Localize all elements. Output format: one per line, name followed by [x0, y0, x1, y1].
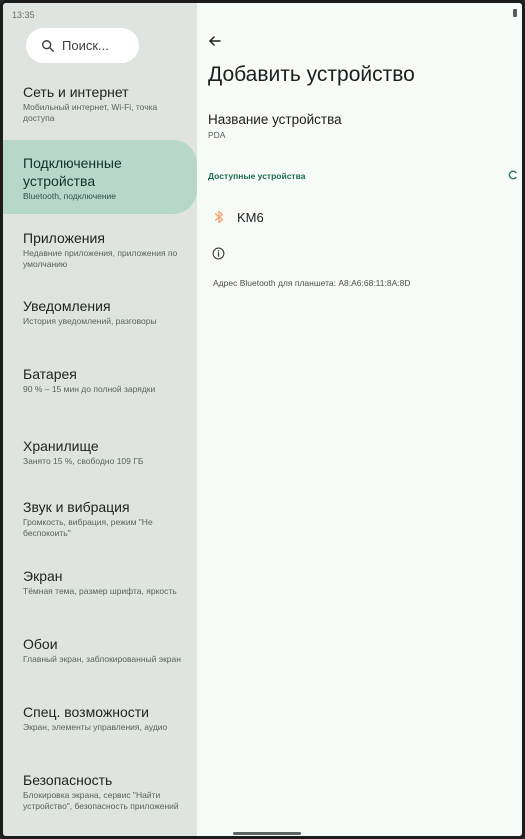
- search-placeholder: Поиск...: [62, 38, 109, 53]
- sidebar-item-security[interactable]: Безопасность Блокировка экрана, сервис "…: [3, 771, 197, 812]
- bluetooth-address: Адрес Bluetooth для планшета: A8:A6:68:1…: [213, 278, 411, 288]
- search-field[interactable]: Поиск...: [26, 28, 139, 63]
- device-name-value: PDA: [208, 130, 226, 140]
- sidebar-item-title: Сеть и интернет: [23, 84, 129, 100]
- sidebar-item-title: Безопасность: [23, 772, 113, 788]
- info-icon: [212, 247, 225, 260]
- sidebar-item-apps[interactable]: Приложения Недавние приложения, приложен…: [3, 229, 197, 270]
- battery-icon: [513, 9, 517, 17]
- sidebar-item-subtitle: Громкость, вибрация, режим "Не беспокоит…: [23, 517, 153, 538]
- sidebar-item-subtitle: 90 % – 15 мин до полной зарядки: [23, 384, 156, 394]
- sidebar-item-subtitle: Экран, элементы управления, аудио: [23, 722, 168, 732]
- sidebar-item-subtitle: Блокировка экрана, сервис "Найти устройс…: [23, 790, 179, 811]
- sidebar-item-accessibility[interactable]: Спец. возможности Экран, элементы управл…: [3, 703, 197, 733]
- sidebar-item-connected-devices[interactable]: Подключенные устройства Bluetooth, подкл…: [3, 140, 197, 214]
- sidebar-item-sound[interactable]: Звук и вибрация Громкость, вибрация, реж…: [3, 498, 197, 539]
- sidebar-item-title: Уведомления: [23, 298, 111, 314]
- settings-window: 13:35 Поиск... Сеть и интернет Мобильный…: [0, 0, 525, 839]
- sidebar-item-subtitle: Занято 15 %, свободно 109 ГБ: [23, 456, 144, 466]
- sidebar-item-storage[interactable]: Хранилище Занято 15 %, свободно 109 ГБ: [3, 437, 197, 467]
- sidebar-item-title: Батарея: [23, 366, 77, 382]
- sidebar-item-display[interactable]: Экран Тёмная тема, размер шрифта, яркост…: [3, 567, 197, 597]
- home-gesture-handle[interactable]: [233, 832, 301, 835]
- sidebar-item-notifications[interactable]: Уведомления История уведомлений, разгово…: [3, 297, 197, 327]
- arrow-back-icon[interactable]: [207, 33, 223, 49]
- sidebar-item-subtitle: Тёмная тема, размер шрифта, яркость: [23, 586, 177, 596]
- bluetooth-icon: [214, 210, 224, 224]
- sidebar-item-title: Обои: [23, 636, 58, 652]
- sidebar-item-subtitle: Недавние приложения, приложения по умолч…: [23, 248, 178, 269]
- sidebar-item-subtitle: История уведомлений, разговоры: [23, 316, 157, 326]
- available-devices-header: Доступные устройства: [208, 171, 306, 181]
- sidebar-item-title: Звук и вибрация: [23, 499, 130, 515]
- sidebar-item-title: Подключенные устройства: [23, 155, 122, 189]
- sidebar-item-title: Экран: [23, 568, 63, 584]
- sidebar-item-subtitle: Bluetooth, подключение: [23, 191, 117, 201]
- sidebar-item-network[interactable]: Сеть и интернет Мобильный интернет, Wi-F…: [3, 83, 197, 124]
- sidebar-item-subtitle: Мобильный интернет, Wi-Fi, точка доступа: [23, 102, 158, 123]
- sidebar-item-title: Спец. возможности: [23, 704, 149, 720]
- search-icon: [42, 39, 54, 52]
- progress-spinner-icon: [508, 170, 517, 180]
- settings-sidebar: 13:35 Поиск... Сеть и интернет Мобильный…: [3, 3, 197, 836]
- device-name: KM6: [237, 209, 264, 225]
- device-name-label: Название устройства: [208, 112, 342, 127]
- device-item-km6[interactable]: KM6: [197, 200, 522, 234]
- sidebar-item-subtitle: Главный экран, заблокированный экран: [23, 654, 181, 664]
- device-name-setting[interactable]: Название устройства PDA: [197, 111, 522, 155]
- sidebar-item-battery[interactable]: Батарея 90 % – 15 мин до полной зарядки: [3, 365, 197, 395]
- sidebar-item-title: Приложения: [23, 230, 105, 246]
- status-time: 13:35: [12, 10, 35, 20]
- sidebar-item-wallpaper[interactable]: Обои Главный экран, заблокированный экра…: [3, 635, 197, 665]
- page-title: Добавить устройство: [208, 63, 415, 86]
- sidebar-item-title: Хранилище: [23, 438, 99, 454]
